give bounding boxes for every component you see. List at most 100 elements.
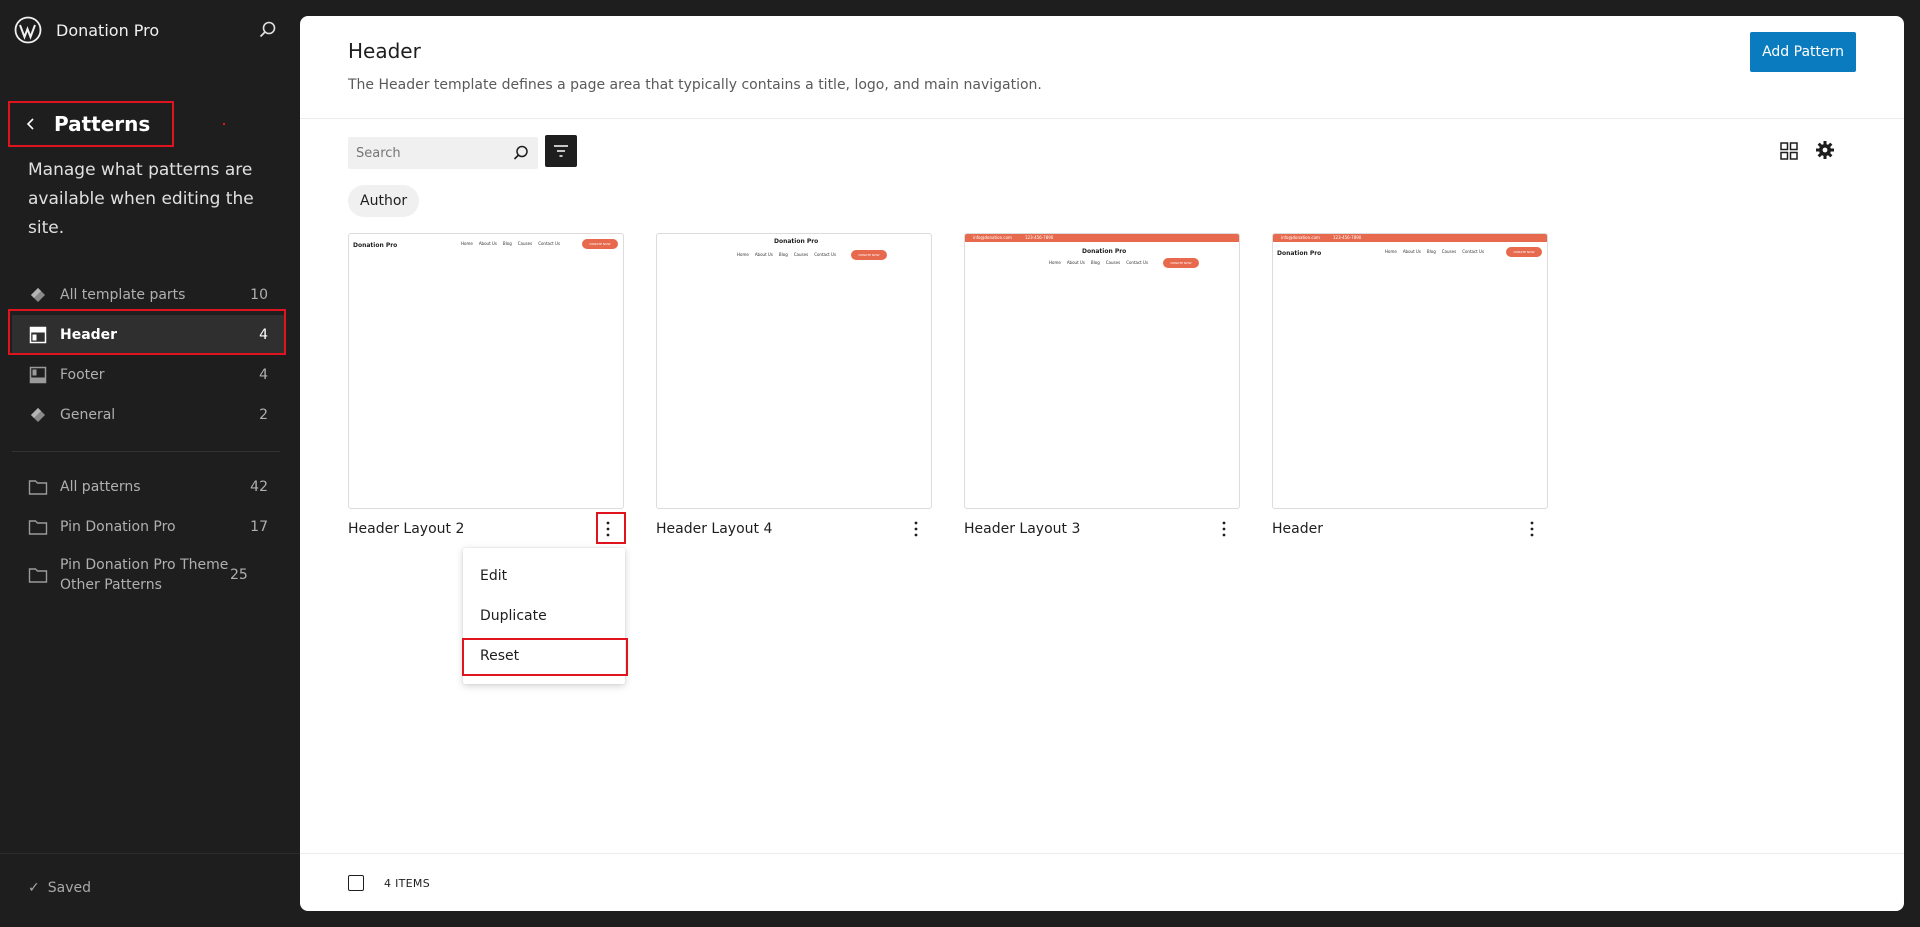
card-title[interactable]: Header Layout 3 (964, 521, 1080, 537)
sidebar-item-footer[interactable]: Footer 4 (12, 355, 284, 395)
card-title[interactable]: Header (1272, 521, 1323, 537)
sidebar-footer-divider (0, 853, 300, 854)
sidebar-heading: Patterns (54, 112, 151, 136)
items-count: 4 ITEMS (384, 877, 430, 890)
folder-icon (28, 517, 48, 537)
preview-nav-item: Blog (1426, 249, 1436, 254)
card-actions-button[interactable] (596, 517, 620, 541)
sidebar-item-count: 4 (259, 367, 268, 383)
preview-email: info@donation.com (1281, 235, 1320, 240)
preview-nav-item: Contact Us (538, 241, 561, 246)
card-title[interactable]: Header Layout 2 (348, 521, 464, 537)
card-actions-button[interactable] (1212, 517, 1236, 541)
sidebar-item-count: 25 (230, 567, 248, 583)
select-all-checkbox[interactable] (348, 875, 364, 891)
more-vertical-icon (914, 521, 918, 537)
sidebar-title-row: Patterns (8, 101, 174, 147)
preview-nav-item: About Us (1402, 249, 1421, 254)
check-icon: ✓ (28, 880, 40, 896)
sidebar-item-pin-donation-pro[interactable]: Pin Donation Pro 17 (12, 507, 284, 547)
menu-item-edit[interactable]: Edit (463, 556, 625, 596)
preview-email: info@donation.com (973, 235, 1012, 240)
sidebar-item-pin-donation-pro-theme-other-patterns[interactable]: Pin Donation Pro Theme Other Patterns 25 (12, 547, 284, 603)
filter-button[interactable] (545, 135, 577, 167)
sidebar-item-all-template-parts[interactable]: All template parts 10 (12, 275, 284, 315)
sidebar-item-count: 42 (250, 479, 268, 495)
preview-nav-item: Blog (502, 241, 512, 246)
preview-nav-item: Causes (1441, 249, 1457, 254)
pattern-preview[interactable]: Donation Pro Home About Us Blog Causes C… (656, 233, 932, 509)
preview-nav: Home About Us Blog Causes Contact Us (461, 241, 560, 246)
search-icon[interactable] (258, 20, 278, 40)
sidebar-item-label: Pin Donation Pro (60, 519, 176, 535)
more-vertical-icon (606, 521, 610, 537)
preview-nav-item: Home (737, 252, 749, 257)
folder-icon (28, 565, 48, 585)
wordpress-logo-icon[interactable] (14, 16, 42, 44)
preview-nav-item: Blog (1090, 260, 1100, 265)
pattern-preview[interactable]: info@donation.com 123-456-7890 Donation … (964, 233, 1240, 509)
back-button[interactable] (20, 113, 42, 135)
preview-nav-item: Causes (793, 252, 809, 257)
search-box (348, 137, 538, 169)
pattern-preview[interactable]: info@donation.com 123-456-7890 Donation … (1272, 233, 1548, 509)
sidebar-item-count: 2 (259, 407, 268, 423)
card-title[interactable]: Header Layout 4 (656, 521, 772, 537)
sidebar-item-count: 17 (250, 519, 268, 535)
template-parts-nav: All template parts 10 Header 4 Footer 4 … (12, 275, 284, 435)
preview-nav-item: About Us (478, 241, 497, 246)
preview-nav-item: Contact Us (1126, 260, 1149, 265)
gear-icon[interactable] (1814, 139, 1836, 161)
sidebar-divider (12, 451, 280, 452)
preview-nav: Home About Us Blog Causes Contact Us (737, 252, 836, 257)
chevron-left-icon (26, 118, 34, 130)
menu-item-duplicate[interactable]: Duplicate (463, 596, 625, 636)
annotation-dot (223, 123, 225, 125)
preview-donate-button: DONATE NOW (582, 239, 618, 249)
save-status-label: Saved (47, 880, 91, 896)
sidebar: Donation Pro Patterns Manage what patter… (0, 0, 300, 927)
grid-view-icon[interactable] (1778, 140, 1800, 162)
menu-item-reset[interactable]: Reset (462, 636, 628, 676)
preview-nav-item: Contact Us (814, 252, 837, 257)
footer-layout-icon (28, 365, 48, 385)
pattern-preview[interactable]: Donation Pro Home About Us Blog Causes C… (348, 233, 624, 509)
card-actions-button[interactable] (1520, 517, 1544, 541)
add-pattern-button[interactable]: Add Pattern (1750, 32, 1856, 72)
preview-phone: 123-456-7890 (1025, 235, 1054, 240)
preview-nav: Home About Us Blog Causes Contact Us (1049, 260, 1148, 265)
search-input[interactable] (348, 137, 512, 169)
sidebar-item-header[interactable]: Header 4 (12, 315, 284, 355)
preview-nav-item: Blog (778, 252, 788, 257)
sidebar-item-label: All patterns (60, 479, 141, 495)
header-layout-icon (28, 325, 48, 345)
preview-phone: 123-456-7890 (1333, 235, 1362, 240)
preview-nav-item: Causes (1105, 260, 1121, 265)
pattern-card: Donation Pro Home About Us Blog Causes C… (656, 233, 932, 549)
sidebar-item-count: 10 (250, 287, 268, 303)
preview-logo: Donation Pro (1277, 250, 1322, 257)
pattern-card: info@donation.com 123-456-7890 Donation … (964, 233, 1240, 549)
preview-topbar: info@donation.com 123-456-7890 (965, 234, 1239, 242)
author-filter-chip[interactable]: Author (348, 185, 420, 217)
header-divider (300, 118, 1904, 119)
more-vertical-icon (1530, 521, 1534, 537)
search-icon (513, 145, 528, 160)
sidebar-item-general[interactable]: General 2 (12, 395, 284, 435)
preview-topbar: info@donation.com 123-456-7890 (1273, 234, 1547, 242)
diamond-icon (28, 405, 48, 425)
card-footer: Header Layout 2 (348, 509, 626, 549)
preview-nav-item: Home (1049, 260, 1061, 265)
preview-logo: Donation Pro (774, 238, 819, 245)
sidebar-description: Manage what patterns are available when … (28, 160, 254, 238)
sidebar-item-all-patterns[interactable]: All patterns 42 (12, 467, 284, 507)
more-vertical-icon (1222, 521, 1226, 537)
save-status: ✓ Saved (28, 880, 91, 896)
sidebar-item-label: Header (60, 327, 118, 343)
card-footer: Header (1272, 509, 1548, 549)
card-actions-menu: Edit Duplicate Reset (462, 548, 628, 684)
preview-nav-item: Home (1385, 249, 1397, 254)
card-actions-button[interactable] (904, 517, 928, 541)
site-name[interactable]: Donation Pro (56, 21, 159, 40)
pattern-groups-nav: All patterns 42 Pin Donation Pro 17 Pin … (12, 467, 284, 603)
